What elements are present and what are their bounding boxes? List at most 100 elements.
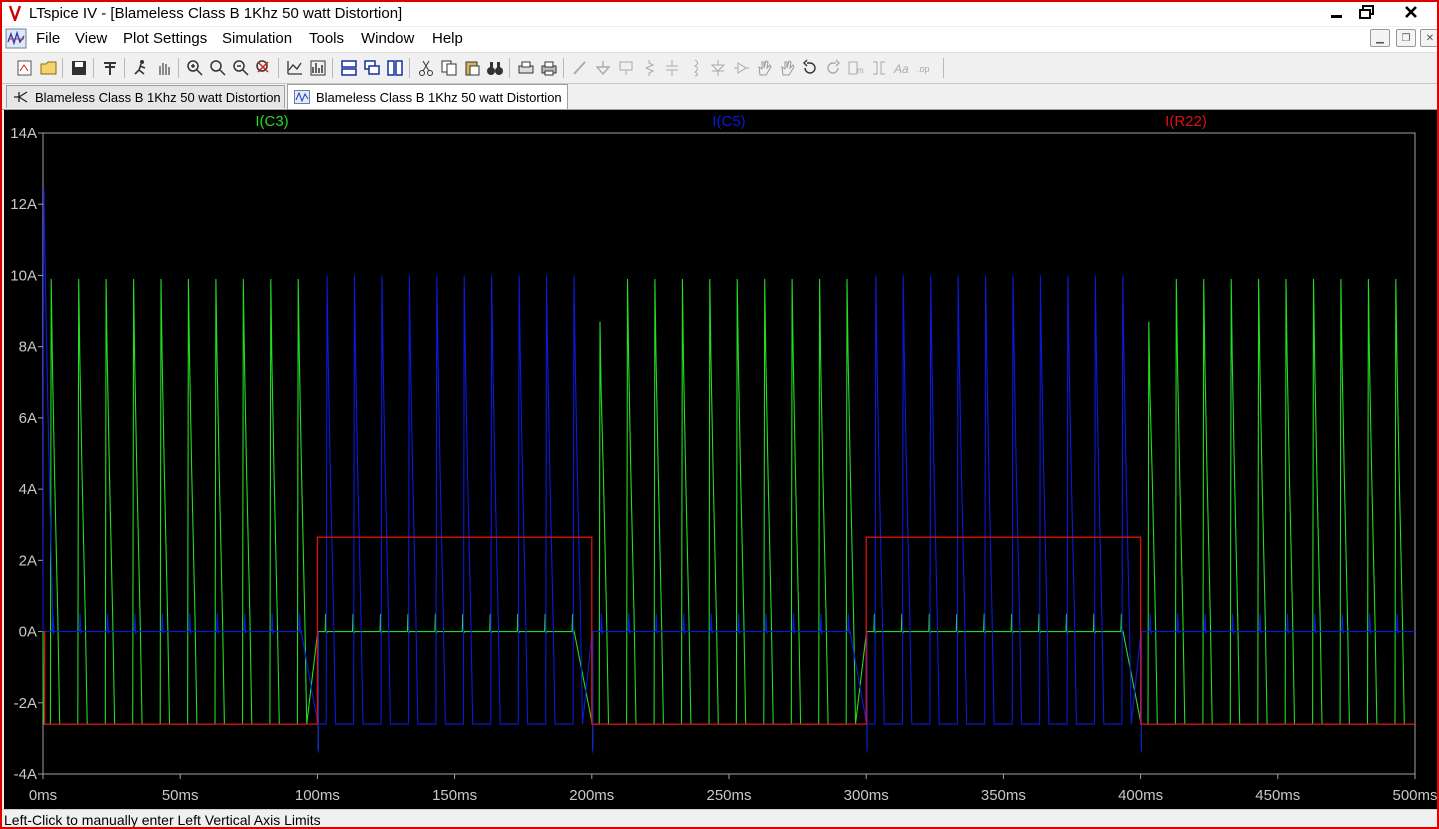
menu-plot-settings[interactable]: Plot Settings <box>123 30 207 47</box>
print-icon[interactable] <box>540 59 558 77</box>
minimize-icon <box>1331 15 1342 18</box>
y-tick-label[interactable]: -2A <box>14 695 37 712</box>
cut-icon[interactable] <box>417 59 435 77</box>
toolbar-separator <box>409 58 410 78</box>
save-icon[interactable] <box>70 59 88 77</box>
copy-icon[interactable] <box>440 59 458 77</box>
zoom-in-icon[interactable] <box>186 59 204 77</box>
halt-icon[interactable] <box>155 59 173 77</box>
close-button[interactable] <box>1396 2 1426 22</box>
waveform-window-icon[interactable] <box>5 28 27 49</box>
y-tick-label[interactable]: 8A <box>19 339 37 356</box>
spice-directive-icon[interactable]: .op <box>916 59 934 77</box>
rotate-icon[interactable]: m <box>847 59 865 77</box>
new-schematic-icon[interactable] <box>16 59 34 77</box>
resistor-icon[interactable] <box>640 59 658 77</box>
x-tick-label[interactable]: 300ms <box>844 787 889 804</box>
restore-button[interactable] <box>1352 2 1382 22</box>
tile-horizontal-icon[interactable] <box>340 59 358 77</box>
zoom-cancel-icon[interactable] <box>255 59 273 77</box>
mdi-minimize-button[interactable]: ▁ <box>1370 29 1390 47</box>
ground-icon[interactable] <box>594 59 612 77</box>
view-fft-icon[interactable] <box>309 59 327 77</box>
x-tick-label[interactable]: 100ms <box>295 787 340 804</box>
ltspice-logo-icon <box>8 5 22 21</box>
title-bar: LTspice IV - [Blameless Class B 1Khz 50 … <box>2 2 1437 26</box>
status-bar: Left-Click to manually enter Left Vertic… <box>2 809 1437 827</box>
menu-file[interactable]: File <box>36 30 60 47</box>
x-tick-label[interactable]: 0ms <box>29 787 57 804</box>
find-icon[interactable] <box>486 59 504 77</box>
tab-waveform-label: Blameless Class B 1Khz 50 watt Distortio… <box>316 89 562 105</box>
trace-label-ic5[interactable]: I(C5) <box>712 113 745 130</box>
control-panel-icon[interactable] <box>101 59 119 77</box>
x-tick-label[interactable]: 450ms <box>1255 787 1300 804</box>
x-tick-label[interactable]: 250ms <box>706 787 751 804</box>
x-tick-label[interactable]: 50ms <box>162 787 199 804</box>
x-tick-label[interactable]: 200ms <box>569 787 614 804</box>
toolbar-separator <box>509 58 510 78</box>
y-tick-label[interactable]: 0A <box>19 624 37 641</box>
move-icon[interactable] <box>755 59 773 77</box>
mdi-close-button[interactable]: ✕ <box>1420 29 1437 47</box>
component-icon[interactable] <box>732 59 750 77</box>
menu-window[interactable]: Window <box>361 30 414 47</box>
undo-icon[interactable] <box>801 59 819 77</box>
restore-icon <box>1359 5 1374 19</box>
paste-icon[interactable] <box>463 59 481 77</box>
x-tick-label[interactable]: 400ms <box>1118 787 1163 804</box>
open-icon[interactable] <box>40 59 58 77</box>
menu-simulation[interactable]: Simulation <box>222 30 292 47</box>
x-tick-label[interactable]: 350ms <box>981 787 1026 804</box>
x-tick-label[interactable]: 500ms <box>1392 787 1437 804</box>
minimize-button[interactable] <box>1322 2 1352 22</box>
redo-icon[interactable] <box>824 59 842 77</box>
y-tick-label[interactable]: 4A <box>19 481 37 498</box>
y-tick-label[interactable]: -4A <box>14 766 37 783</box>
y-tick-label[interactable]: 2A <box>19 552 37 569</box>
zoom-area-icon[interactable] <box>209 59 227 77</box>
trace-label-ic3[interactable]: I(C3) <box>255 113 288 130</box>
plot-traces <box>42 186 1415 753</box>
capacitor-icon[interactable] <box>663 59 681 77</box>
menu-view[interactable]: View <box>75 30 107 47</box>
menu-help[interactable]: Help <box>432 30 463 47</box>
draw-wire-icon[interactable] <box>571 59 589 77</box>
close-icon <box>1405 6 1417 18</box>
svg-text:.op: .op <box>917 64 930 74</box>
drag-icon[interactable] <box>778 59 796 77</box>
x-tick-label[interactable]: 150ms <box>432 787 477 804</box>
menu-bar: File View Plot Settings Simulation Tools… <box>2 27 1437 53</box>
autorange-icon[interactable] <box>286 59 304 77</box>
plot-pane[interactable]: 14A 12A 10A 8A 6A 4A 2A 0A -2A -4A 0ms 50ms 100ms 150… <box>4 110 1437 809</box>
mdi-restore-button[interactable]: ❐ <box>1396 29 1416 47</box>
tab-schematic-label: Blameless Class B 1Khz 50 watt Distortio… <box>35 89 281 105</box>
zoom-out-icon[interactable] <box>232 59 250 77</box>
trace-ic5 <box>42 186 1415 725</box>
svg-text:Aa: Aa <box>893 62 909 76</box>
y-tick-label[interactable]: 10A <box>10 267 37 284</box>
waveform-plot[interactable]: 14A 12A 10A 8A 6A 4A 2A 0A -2A -4A 0ms 50ms 100ms 150… <box>4 110 1437 809</box>
tile-vertical-icon[interactable] <box>386 59 404 77</box>
menu-tools[interactable]: Tools <box>309 30 344 47</box>
run-icon[interactable] <box>132 59 150 77</box>
trace-label-ir22[interactable]: I(R22) <box>1165 113 1207 130</box>
text-icon[interactable]: Aa <box>893 59 911 77</box>
waveform-icon <box>294 90 310 104</box>
y-tick-label[interactable]: 6A <box>19 410 37 427</box>
inductor-icon[interactable] <box>686 59 704 77</box>
toolbar-separator <box>93 58 94 78</box>
toolbar-separator <box>278 58 279 78</box>
tab-schematic[interactable]: Blameless Class B 1Khz 50 watt Distortio… <box>6 85 285 108</box>
label-net-icon[interactable] <box>617 59 635 77</box>
y-tick-label[interactable]: 14A <box>10 125 37 142</box>
tab-waveform[interactable]: Blameless Class B 1Khz 50 watt Distortio… <box>287 84 568 109</box>
trace-labels[interactable]: I(C3) I(C5) I(R22) <box>255 113 1207 130</box>
y-tick-label[interactable]: 12A <box>10 196 37 213</box>
print-setup-icon[interactable] <box>517 59 535 77</box>
toolbar-separator <box>178 58 179 78</box>
cascade-icon[interactable] <box>363 59 381 77</box>
mirror-icon[interactable] <box>870 59 888 77</box>
mdi-close-icon: ✕ <box>1425 32 1435 44</box>
diode-icon[interactable] <box>709 59 727 77</box>
